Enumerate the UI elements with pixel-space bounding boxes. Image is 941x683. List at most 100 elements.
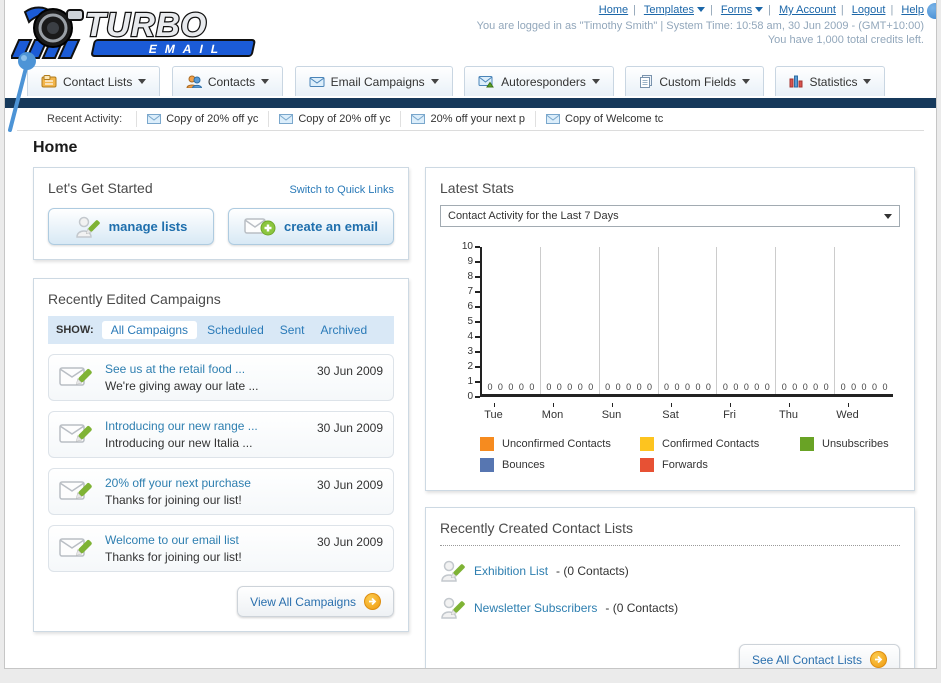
chart-values: 00000 — [546, 382, 594, 392]
blue-marker-dot — [927, 3, 936, 19]
header-link-forms[interactable]: Forms — [721, 4, 764, 16]
campaign-date: 30 Jun 2009 — [316, 535, 383, 549]
chart-y-axis: 10 9 8 7 6 5 4 3 2 1 0 — [458, 241, 480, 403]
get-started-panel: Let's Get Started Switch to Quick Links — [33, 167, 409, 260]
statistics-icon — [789, 75, 803, 88]
chevron-down-icon — [261, 79, 270, 84]
header-utility: Home | Templates | Forms | My Account | Logo… — [477, 4, 924, 46]
email-campaigns-icon — [309, 76, 325, 87]
custom-fields-icon — [640, 75, 653, 88]
header-link-logout[interactable]: Logout — [852, 4, 886, 16]
filter-archived[interactable]: Archived — [320, 323, 367, 337]
switch-quick-links-link[interactable]: Switch to Quick Links — [289, 184, 394, 196]
create-email-button[interactable]: create an email — [228, 208, 394, 245]
login-status-text: You are logged in as "Timothy Smith" | S… — [476, 20, 924, 32]
campaign-title-link[interactable]: Welcome to our email list — [105, 533, 307, 547]
stats-range-select[interactable]: Contact Activity for the Last 7 Days — [440, 205, 900, 227]
campaign-subtitle: Introducing our new Italia ... — [105, 436, 253, 450]
campaigns-title: Recently Edited Campaigns — [48, 291, 221, 307]
contact-list-count: - (0 Contacts) — [605, 601, 679, 615]
nav-divider-bar — [5, 98, 936, 108]
tab-contacts[interactable]: Contacts — [171, 66, 284, 96]
chevron-down-icon — [863, 79, 872, 84]
arrow-right-icon — [870, 651, 887, 668]
tab-statistics[interactable]: Statistics — [775, 66, 886, 96]
legend-swatch — [640, 458, 654, 472]
campaign-date: 30 Jun 2009 — [316, 478, 383, 492]
person-pencil-icon — [441, 560, 465, 582]
envelope-pencil-icon — [59, 424, 92, 443]
chart-day-group: 00000 — [834, 247, 893, 394]
contact-list-row[interactable]: Newsletter Subscribers - (0 Contacts) — [440, 596, 900, 620]
chevron-down-icon — [138, 79, 147, 84]
page-title: Home — [33, 139, 78, 156]
contact-list-row[interactable]: Exhibition List - (0 Contacts) — [440, 559, 900, 583]
recent-activity-item[interactable]: Copy of 20% off yc — [268, 111, 400, 127]
filter-sent[interactable]: Sent — [280, 323, 305, 337]
chart-values: 00000 — [840, 382, 888, 392]
contact-list-link[interactable]: Exhibition List — [474, 564, 548, 578]
recent-activity-item[interactable]: Copy of Welcome tc — [535, 111, 673, 127]
view-all-campaigns-button[interactable]: View All Campaigns — [237, 586, 394, 617]
chart-values: 00000 — [722, 382, 770, 392]
header-link-help[interactable]: Help — [901, 4, 924, 16]
legend-unsubscribes: Unsubscribes — [800, 437, 900, 451]
chart-values: 00000 — [781, 382, 829, 392]
tab-email-campaigns[interactable]: Email Campaigns — [294, 66, 453, 96]
chevron-down-icon — [591, 79, 600, 84]
campaign-title-link[interactable]: See us at the retail food ... — [105, 362, 307, 376]
campaign-subtitle: We're giving away our late ... — [105, 379, 259, 393]
header-link-my-account[interactable]: My Account — [779, 4, 836, 16]
campaign-date: 30 Jun 2009 — [316, 421, 383, 435]
header-link-templates[interactable]: Templates — [644, 4, 705, 16]
main-content: Home Let's Get Started Switch to Quick L… — [5, 131, 936, 668]
chart-day-group: 00000 — [598, 247, 658, 394]
legend-confirmed-contacts: Confirmed Contacts — [640, 437, 800, 451]
tab-custom-fields[interactable]: Custom Fields — [625, 66, 765, 96]
recent-activity-label: Recent Activity: — [47, 113, 123, 125]
envelope-icon — [147, 114, 162, 124]
tab-contact-lists[interactable]: Contact Lists — [27, 66, 161, 96]
arrow-right-icon — [364, 593, 381, 610]
chart-plot-area: 00000 00000 00000 00000 00000 00000 0000… — [480, 247, 893, 397]
envelope-icon — [411, 114, 426, 124]
recent-campaigns-panel: Recently Edited Campaigns SHOW: All Camp… — [33, 278, 409, 632]
campaign-row[interactable]: Welcome to our email list Thanks for joi… — [48, 525, 394, 572]
chevron-down-icon — [884, 213, 892, 219]
legend-swatch — [480, 437, 494, 451]
autoresponders-icon — [478, 76, 495, 88]
filter-all-campaigns[interactable]: All Campaigns — [101, 321, 198, 339]
tab-autoresponders[interactable]: Autoresponders — [464, 66, 614, 96]
campaign-filter-bar: SHOW: All Campaigns Scheduled Sent Archi… — [48, 316, 394, 344]
latest-stats-title: Latest Stats — [440, 180, 514, 196]
get-started-title: Let's Get Started — [48, 180, 153, 196]
filter-scheduled[interactable]: Scheduled — [207, 323, 264, 337]
campaign-title-link[interactable]: Introducing our new range ... — [105, 419, 307, 433]
envelope-icon — [279, 114, 294, 124]
envelope-plus-icon — [244, 217, 276, 235]
campaign-row[interactable]: 20% off your next purchase Thanks for jo… — [48, 468, 394, 515]
campaign-row[interactable]: See us at the retail food ... We're givi… — [48, 354, 394, 401]
right-column: Latest Stats Contact Activity for the La… — [425, 167, 915, 668]
show-label: SHOW: — [56, 324, 94, 336]
contact-activity-chart: 10 9 8 7 6 5 4 3 2 1 0 0 0 0 0 0 0 0 0 0… — [440, 241, 900, 403]
see-all-contact-lists-button[interactable]: See All Contact Lists — [738, 644, 900, 668]
dotted-divider — [440, 545, 900, 546]
header-link-home[interactable]: Home — [599, 4, 628, 16]
person-pencil-icon — [75, 216, 100, 238]
recent-activity-item[interactable]: 20% off your next p — [400, 111, 535, 127]
legend-bounces: Bounces — [480, 458, 640, 472]
chart-values: 00000 — [605, 382, 653, 392]
recent-activity-item[interactable]: Copy of 20% off yc — [136, 111, 268, 127]
campaign-row[interactable]: Introducing our new range ... Introducin… — [48, 411, 394, 458]
contact-lists-title: Recently Created Contact Lists — [440, 520, 633, 536]
chart-legend: Unconfirmed Contacts Confirmed Contacts … — [480, 437, 900, 472]
logo-text-turbo: TURBO — [85, 6, 207, 43]
envelope-pencil-icon — [59, 367, 92, 386]
chart-day-group: 00000 — [539, 247, 599, 394]
contact-list-link[interactable]: Newsletter Subscribers — [474, 601, 597, 615]
campaign-title-link[interactable]: 20% off your next purchase — [105, 476, 307, 490]
campaign-subtitle: Thanks for joining our list! — [105, 493, 242, 507]
manage-lists-button[interactable]: manage lists — [48, 208, 214, 245]
campaign-subtitle: Thanks for joining our list! — [105, 550, 242, 564]
